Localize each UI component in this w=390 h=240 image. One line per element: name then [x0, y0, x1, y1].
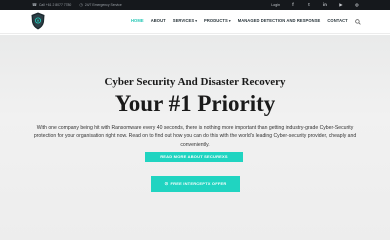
clock-icon: ◷: [79, 2, 83, 7]
nav-item-contact[interactable]: CONTACT: [327, 18, 347, 24]
nav-item-label: PRODUCTS: [204, 18, 228, 23]
youtube-icon[interactable]: ▶: [338, 2, 344, 8]
play-icon: ⊙: [164, 181, 169, 186]
nav-item-label: HOME: [131, 18, 144, 23]
nav-item-services[interactable]: SERVICES▾: [173, 18, 197, 24]
hero-subtitle: Cyber Security And Disaster Recovery: [104, 76, 286, 88]
nav-item-home[interactable]: HOME: [131, 18, 144, 24]
search-icon[interactable]: [355, 19, 361, 25]
nav-item-about[interactable]: ABOUT: [151, 18, 166, 24]
emergency-text: 24/7 Emergency Service: [84, 3, 122, 7]
phone-item[interactable]: ☎ Call +61 2 8077 7780: [32, 2, 71, 8]
nav-item-label: CONTACT: [327, 18, 348, 23]
chevron-down-icon: ▾: [195, 19, 198, 23]
instagram-icon[interactable]: ◎: [354, 2, 360, 8]
free-offer-button[interactable]: ⊙ FREE INTERCEPTX OFFER: [151, 176, 240, 192]
phone-icon: ☎: [32, 2, 37, 7]
read-more-button[interactable]: READ MORE ABOUT SECUREXS: [145, 152, 243, 162]
main-navbar: HOME ABOUT SERVICES▾ PRODUCTS▾ MANAGED D…: [0, 10, 390, 34]
chevron-down-icon: ▾: [228, 19, 231, 23]
free-offer-label: FREE INTERCEPTX OFFER: [170, 181, 227, 186]
shield-logo-icon[interactable]: [31, 12, 45, 30]
contact-info: ☎ Call +61 2 8077 7780 ◷ 24/7 Emergency …: [32, 2, 122, 8]
login-link[interactable]: Login: [271, 2, 280, 8]
emergency-item: ◷ 24/7 Emergency Service: [79, 2, 121, 8]
facebook-icon[interactable]: f: [290, 2, 296, 8]
top-bar: ☎ Call +61 2 8077 7780 ◷ 24/7 Emergency …: [0, 0, 390, 10]
nav-menu: HOME ABOUT SERVICES▾ PRODUCTS▾ MANAGED D…: [131, 18, 348, 24]
nav-item-label: SERVICES: [172, 18, 195, 23]
phone-text: Call +61 2 8077 7780: [38, 3, 72, 7]
hero-paragraph: With one company being hit with Ransomwa…: [33, 125, 357, 148]
nav-item-label: MANAGED DETECTION AND RESPONSE: [237, 18, 321, 23]
nav-item-products[interactable]: PRODUCTS▾: [204, 18, 231, 24]
linkedin-icon[interactable]: in: [322, 2, 328, 8]
nav-item-mdr[interactable]: MANAGED DETECTION AND RESPONSE: [238, 18, 321, 24]
twitter-icon[interactable]: t: [306, 2, 312, 8]
topbar-right: Login f t in ▶ ◎: [271, 2, 360, 8]
hero-title: Your #1 Priority: [114, 91, 276, 116]
nav-item-label: ABOUT: [150, 18, 166, 23]
